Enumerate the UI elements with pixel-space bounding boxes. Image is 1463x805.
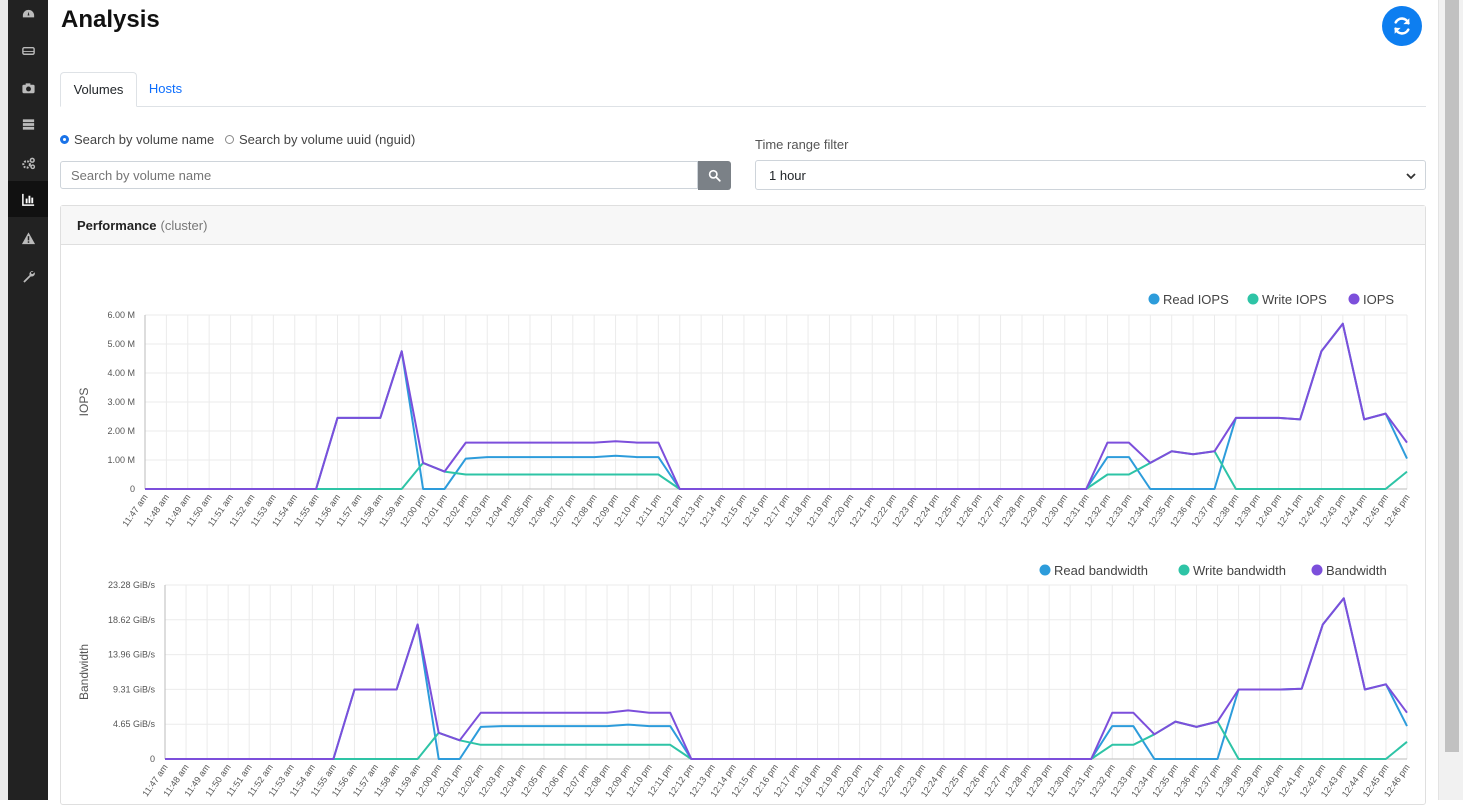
- card-subtitle: (cluster): [160, 217, 208, 233]
- legend-marker[interactable]: [1039, 564, 1051, 576]
- y-tick-label: 23.28 GiB/s: [108, 580, 156, 590]
- y-tick-label: 18.62 GiB/s: [108, 615, 156, 625]
- radio-search-by-name[interactable]: Search by volume name: [60, 132, 214, 147]
- sidebar: [8, 0, 48, 800]
- warning-icon[interactable]: [8, 220, 48, 256]
- card-title: Performance: [77, 217, 157, 233]
- y-tick-label: 1.00 M: [107, 455, 135, 465]
- series-line-1: [165, 720, 1408, 760]
- y-tick-label: 9.31 GiB/s: [113, 684, 156, 694]
- y-tick-label: 0: [130, 484, 135, 494]
- radio-label: Search by volume name: [74, 132, 215, 147]
- y-tick-label: 2.00 M: [107, 426, 135, 436]
- series-line-0: [145, 322, 1408, 490]
- legend-label[interactable]: Read IOPS: [1163, 292, 1229, 307]
- scrollbar-thumb[interactable]: [1445, 0, 1459, 752]
- legend-marker[interactable]: [1311, 564, 1323, 576]
- refresh-icon: [1394, 17, 1410, 35]
- scrollbar[interactable]: [1438, 0, 1463, 800]
- search-icon: [708, 169, 721, 182]
- search-input[interactable]: [61, 162, 681, 188]
- server-icon[interactable]: [8, 106, 48, 142]
- series-line-1: [145, 450, 1408, 490]
- tab-hosts[interactable]: Hosts: [138, 72, 193, 105]
- legend-marker[interactable]: [1247, 293, 1259, 305]
- chevron-down-icon: [1406, 173, 1416, 180]
- drive-icon[interactable]: [8, 32, 48, 68]
- series-line-2: [145, 322, 1408, 490]
- camera-icon[interactable]: [8, 70, 48, 106]
- legend-label[interactable]: IOPS: [1363, 292, 1394, 307]
- radio-checked-icon[interactable]: [60, 135, 69, 144]
- y-tick-label: 6.00 M: [107, 310, 135, 320]
- y-tick-label: 0: [150, 754, 155, 764]
- search-field[interactable]: [60, 161, 698, 189]
- tab-bar: Volumes Hosts: [60, 72, 1426, 107]
- search-button[interactable]: [698, 161, 731, 190]
- gears-icon[interactable]: [8, 145, 48, 181]
- dashboard-icon[interactable]: [8, 0, 48, 32]
- legend-marker[interactable]: [1178, 564, 1190, 576]
- legend-marker[interactable]: [1348, 293, 1360, 305]
- chart-icon[interactable]: [8, 181, 48, 217]
- y-tick-label: 4.00 M: [107, 368, 135, 378]
- refresh-button[interactable]: [1382, 6, 1422, 46]
- y-tick-label: 5.00 M: [107, 339, 135, 349]
- window-edge: [0, 0, 8, 800]
- legend-label[interactable]: Bandwidth: [1326, 563, 1387, 578]
- series-line-0: [165, 597, 1408, 760]
- legend-marker[interactable]: [1148, 293, 1160, 305]
- time-range-label: Time range filter: [755, 137, 849, 152]
- legend-label[interactable]: Read bandwidth: [1054, 563, 1148, 578]
- legend-label[interactable]: Write IOPS: [1262, 292, 1327, 307]
- card-header: Performance (cluster): [61, 206, 1425, 245]
- series-line-2: [165, 597, 1408, 760]
- radio-search-by-uuid[interactable]: Search by volume uuid (nguid): [225, 132, 415, 147]
- wrench-icon[interactable]: [8, 258, 48, 294]
- radio-label: Search by volume uuid (nguid): [239, 132, 416, 147]
- time-range-value: 1 hour: [769, 167, 806, 183]
- iops-chart: 01.00 M2.00 M3.00 M4.00 M5.00 M6.00 M11:…: [77, 292, 1412, 529]
- y-tick-label: 4.65 GiB/s: [113, 719, 156, 729]
- y-tick-label: 13.96 GiB/s: [108, 650, 156, 660]
- radio-unchecked-icon[interactable]: [225, 135, 234, 144]
- legend-label[interactable]: Write bandwidth: [1193, 563, 1286, 578]
- y-tick-label: 3.00 M: [107, 397, 135, 407]
- page-title: Analysis: [61, 6, 160, 33]
- bandwidth-chart: 0 4.65 GiB/s 9.31 GiB/s 13.96 GiB/s 18.62 Gi…: [77, 563, 1412, 799]
- time-range-select[interactable]: 1 hour: [755, 160, 1426, 190]
- tab-volumes[interactable]: Volumes: [60, 72, 137, 107]
- y-axis-title: IOPS: [77, 388, 91, 417]
- y-axis-title: Bandwidth: [77, 644, 91, 700]
